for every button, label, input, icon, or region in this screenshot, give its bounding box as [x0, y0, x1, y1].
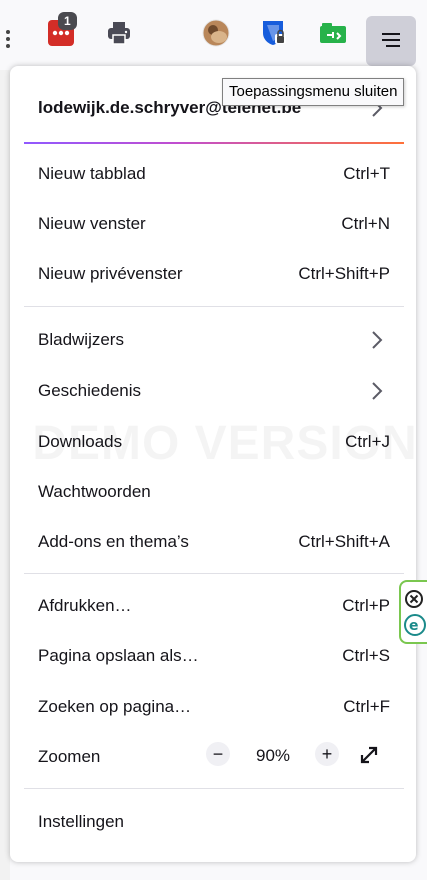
menu-item-label: Instellingen	[38, 812, 125, 831]
menu-item-save-page[interactable]: Pagina opslaan als… Ctrl+S	[10, 634, 416, 678]
close-circle-icon	[405, 590, 423, 608]
menu-item-label: Zoeken op pagina…	[38, 697, 192, 716]
menu-item-label: Nieuw tabblad	[38, 164, 146, 183]
profile-button[interactable]	[199, 16, 233, 50]
toolbar: 1	[0, 0, 427, 70]
lastpass-button[interactable]: 1	[44, 12, 78, 50]
shortcut-label: Ctrl+F	[343, 697, 390, 716]
printer-icon	[108, 22, 130, 45]
menu-separator	[24, 788, 404, 789]
tooltip: Toepassingsmenu sluiten	[222, 78, 405, 106]
bitwarden-icon	[263, 21, 286, 45]
notification-badge: 1	[58, 12, 77, 30]
menu-separator	[24, 306, 404, 307]
overflow-dots-icon[interactable]	[4, 28, 12, 50]
menu-item-label: Nieuw venster	[38, 214, 146, 233]
menu-item-new-tab[interactable]: Nieuw tabblad Ctrl+T	[10, 152, 416, 196]
chevron-right-icon	[372, 331, 383, 349]
menu-item-bookmarks[interactable]: Bladwijzers	[10, 318, 416, 362]
hamburger-menu-icon	[382, 33, 400, 47]
menu-item-label: Add-ons en thema’s	[38, 532, 189, 551]
edge-e-icon: e	[404, 614, 426, 636]
zoom-level[interactable]: 90%	[250, 746, 296, 766]
menu-item-label: Nieuw privévenster	[38, 264, 183, 283]
shortcut-label: Ctrl+T	[343, 164, 390, 183]
profile-avatar	[202, 19, 230, 47]
svg-text:e: e	[409, 618, 419, 634]
page-background	[0, 70, 10, 880]
menu-item-label: Pagina opslaan als…	[38, 646, 199, 665]
app-menu-panel: lodewijk.de.schryver@telenet.be Nieuw ta…	[10, 66, 416, 862]
menu-item-label: Afdrukken…	[38, 596, 132, 615]
menu-item-label: Zoomen	[38, 747, 101, 766]
extension-button[interactable]	[316, 16, 350, 50]
fullscreen-icon	[360, 746, 378, 764]
menu-item-history[interactable]: Geschiedenis	[10, 369, 416, 413]
menu-item-label: Geschiedenis	[38, 381, 142, 400]
shortcut-label: Ctrl+Shift+P	[298, 264, 390, 283]
shortcut-label: Ctrl+S	[342, 646, 390, 665]
menu-item-label: Downloads	[38, 432, 123, 451]
menu-item-print[interactable]: Afdrukken… Ctrl+P	[10, 584, 416, 628]
bitwarden-button[interactable]	[257, 16, 291, 50]
shortcut-label: Ctrl+P	[342, 596, 390, 615]
zoom-out-button[interactable]: −	[206, 742, 230, 766]
browser-window: 1 Toepassingsmenu sluiten lodewijk.de.sc…	[0, 0, 427, 880]
shortcut-label: Ctrl+Shift+A	[298, 532, 390, 551]
green-extension-icon	[320, 23, 346, 43]
menu-item-label: Bladwijzers	[38, 330, 124, 349]
floating-side-widget[interactable]: e	[399, 580, 427, 644]
menu-item-new-window[interactable]: Nieuw venster Ctrl+N	[10, 202, 416, 246]
zoom-in-button[interactable]: +	[315, 742, 339, 766]
menu-item-addons[interactable]: Add-ons en thema’s Ctrl+Shift+A	[10, 520, 416, 564]
shortcut-label: Ctrl+J	[345, 432, 390, 451]
chevron-right-icon	[372, 382, 383, 400]
menu-item-settings[interactable]: Instellingen	[10, 800, 416, 844]
account-separator	[24, 142, 404, 144]
shortcut-label: Ctrl+N	[341, 214, 390, 233]
menu-item-downloads[interactable]: Downloads Ctrl+J	[10, 420, 416, 464]
menu-item-label: Wachtwoorden	[38, 482, 151, 501]
fullscreen-button[interactable]	[356, 742, 382, 768]
menu-item-new-private-window[interactable]: Nieuw privévenster Ctrl+Shift+P	[10, 252, 416, 296]
menu-item-passwords[interactable]: Wachtwoorden	[10, 470, 416, 514]
menu-separator	[24, 573, 404, 574]
app-menu-button[interactable]	[366, 16, 416, 66]
print-button[interactable]	[102, 16, 136, 50]
menu-item-find[interactable]: Zoeken op pagina… Ctrl+F	[10, 685, 416, 729]
